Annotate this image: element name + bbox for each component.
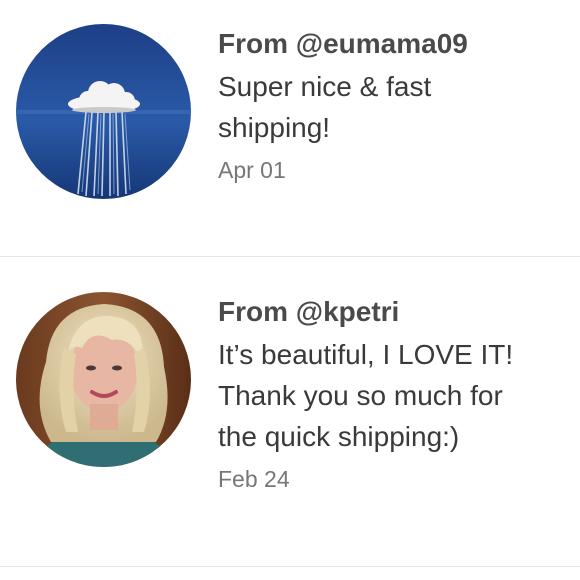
review-date: Apr 01	[218, 157, 286, 183]
reviews-feed: From @eumama09 Super nice & fast shippin…	[0, 0, 580, 580]
review-content: From @kpetri It’s beautiful, I LOVE IT! …	[218, 294, 568, 495]
reviewer-username[interactable]: From @eumama09	[218, 26, 568, 62]
review-item: From @eumama09 Super nice & fast shippin…	[0, 0, 580, 256]
review-item: From @kpetri It’s beautiful, I LOVE IT! …	[0, 256, 580, 566]
review-date: Feb 24	[218, 466, 290, 492]
avatar[interactable]	[16, 24, 191, 199]
comment-line: shipping!	[218, 112, 331, 143]
profile-photo-avatar-icon	[16, 292, 191, 467]
divider	[0, 566, 580, 567]
avatar[interactable]	[16, 292, 191, 467]
review-comment: Super nice & fast shipping!	[218, 66, 568, 148]
comment-line: Super nice & fast	[218, 71, 432, 102]
reviewer-username[interactable]: From @kpetri	[218, 294, 568, 330]
review-content: From @eumama09 Super nice & fast shippin…	[218, 26, 568, 186]
cloud-rain-avatar-icon	[16, 24, 191, 199]
comment-line: Thank you so much for	[218, 380, 503, 411]
comment-line: the quick shipping:)	[218, 421, 460, 452]
review-comment: It’s beautiful, I LOVE IT! Thank you so …	[218, 334, 568, 457]
comment-line: It’s beautiful, I LOVE IT!	[218, 339, 514, 370]
